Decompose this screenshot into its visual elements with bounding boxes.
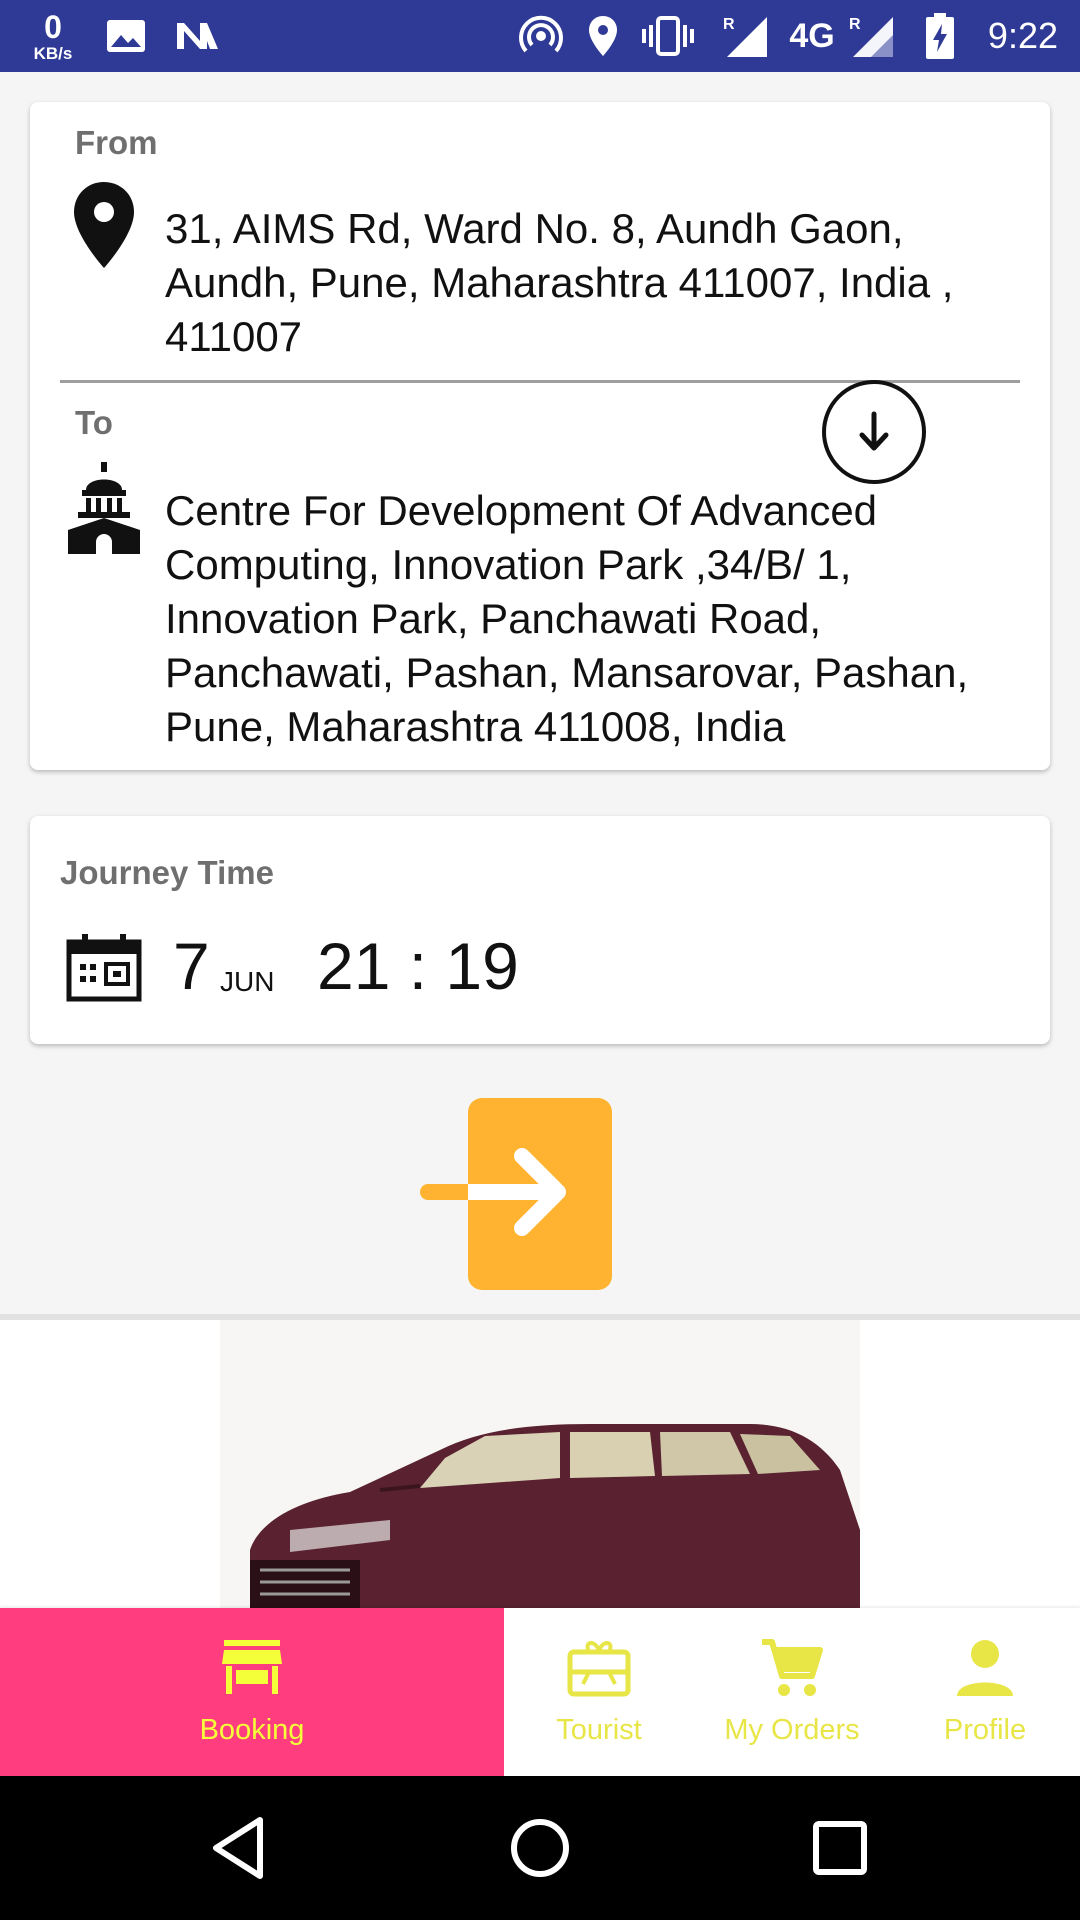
svg-text:R: R xyxy=(723,16,735,33)
map-pin-icon xyxy=(74,182,134,268)
back-icon[interactable] xyxy=(204,1812,276,1884)
person-icon xyxy=(957,1640,1013,1696)
location-icon xyxy=(586,0,620,72)
nav-profile-label: Profile xyxy=(943,1714,1027,1746)
bottom-navigation: Booking Tourist My Orders Profile xyxy=(0,1608,1080,1776)
journey-time-label: Journey Time xyxy=(60,854,274,891)
from-label: From xyxy=(75,124,158,161)
n-logo-icon xyxy=(172,0,222,72)
to-label: To xyxy=(75,404,113,441)
signal-roaming-icon-2: R xyxy=(846,0,896,72)
signal-roaming-icon: R xyxy=(720,0,770,72)
journey-time-card: Journey Time 7 JUN 21 : 19 xyxy=(30,816,1050,1044)
speed-unit: KB/s xyxy=(33,43,73,63)
to-address[interactable]: Centre For Development Of Advanced Compu… xyxy=(165,484,1045,754)
system-navigation-bar xyxy=(0,1776,1080,1920)
network-speed: 0 KB/s xyxy=(22,0,84,72)
nav-my-orders-label: My Orders xyxy=(724,1714,860,1746)
gift-card-icon xyxy=(567,1641,631,1697)
journey-time[interactable]: 21 : 19 xyxy=(317,928,519,1004)
nav-my-orders[interactable]: My Orders xyxy=(694,1608,890,1776)
route-card: From 31, AIMS Rd, Ward No. 8, Aundh Gaon… xyxy=(30,102,1050,770)
museum-icon xyxy=(68,462,140,554)
nav-booking-label: Booking xyxy=(199,1714,305,1746)
from-address[interactable]: 31, AIMS Rd, Ward No. 8, Aundh Gaon, Aun… xyxy=(165,202,1045,364)
car-image xyxy=(250,1424,860,1608)
journey-day[interactable]: 7 xyxy=(173,928,210,1004)
proceed-button[interactable] xyxy=(418,1098,614,1294)
nav-booking[interactable]: Booking xyxy=(0,1608,504,1776)
home-icon[interactable] xyxy=(504,1812,576,1884)
network-type: 4G xyxy=(789,16,835,55)
vehicle-image xyxy=(0,1320,1080,1608)
journey-month[interactable]: JUN xyxy=(220,966,274,998)
svg-text:R: R xyxy=(849,16,861,33)
hotspot-icon xyxy=(516,0,566,72)
store-icon xyxy=(222,1640,282,1694)
battery-charging-icon xyxy=(920,0,960,72)
calendar-icon[interactable] xyxy=(66,934,142,1002)
recents-icon[interactable] xyxy=(804,1812,876,1884)
image-icon xyxy=(104,0,148,72)
cart-icon xyxy=(762,1639,823,1696)
vibrate-icon xyxy=(640,0,696,72)
nav-tourist[interactable]: Tourist xyxy=(504,1608,694,1776)
swap-direction-button[interactable] xyxy=(822,380,926,484)
nav-tourist-label: Tourist xyxy=(556,1714,642,1746)
arrow-down-icon xyxy=(859,411,889,451)
nav-profile[interactable]: Profile xyxy=(890,1608,1080,1776)
status-bar: 0 KB/s R 4G R 9:22 xyxy=(0,0,1080,72)
speed-value: 0 xyxy=(44,8,62,45)
clock: 9:22 xyxy=(987,15,1058,56)
